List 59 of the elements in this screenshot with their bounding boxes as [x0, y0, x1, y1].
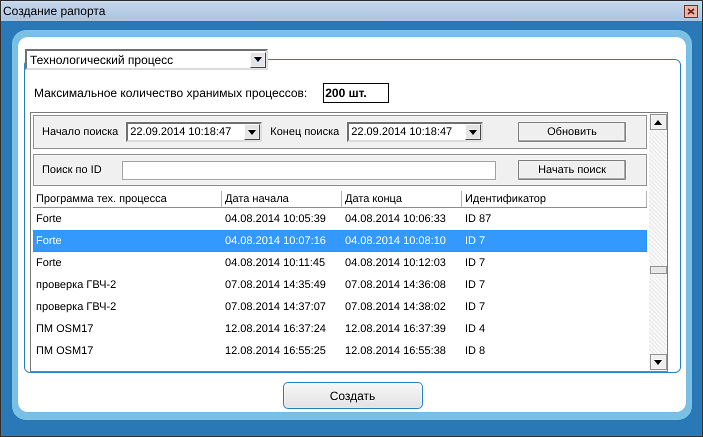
start-date-field[interactable]: 22.09.2014 10:18:47	[126, 122, 262, 142]
column-header[interactable]: Дата конца	[342, 191, 462, 207]
table-cell-text: 04.08.2014 10:07:16	[224, 235, 327, 247]
refresh-button[interactable]: Обновить	[518, 122, 626, 142]
dropdown-button[interactable]	[244, 124, 260, 140]
up-arrow-icon	[654, 120, 662, 124]
end-date-field[interactable]: 22.09.2014 10:18:47	[347, 122, 484, 142]
id-search-label: Поиск по ID	[42, 164, 102, 176]
down-arrow-icon	[654, 360, 662, 364]
dropdown-button[interactable]	[465, 124, 482, 140]
table-cell-text: проверка ГВЧ-2	[35, 279, 118, 291]
table-cell-text: 12.08.2014 16:55:25	[224, 345, 327, 357]
process-dropdown[interactable]: Технологический процесс	[25, 49, 268, 70]
table-cell-text: 04.08.2014 10:12:03	[344, 257, 447, 269]
column-header[interactable]: Дата начала	[222, 191, 342, 207]
table-cell-text: ID 7	[464, 279, 486, 291]
column-header[interactable]: Идентификатор	[462, 191, 647, 207]
table-cell-text: Forte	[35, 257, 63, 269]
table-cell-text: ID 8	[464, 345, 486, 357]
window-title: Создание рапорта	[3, 4, 106, 18]
table-cell-text: ПМ OSM17	[35, 323, 94, 335]
table-cell-text: Forte	[35, 213, 63, 225]
max-processes-value: 200 шт.	[323, 83, 390, 103]
table-cell-text: 04.08.2014 10:11:45	[224, 257, 326, 269]
table-cell-text: ПМ OSM17	[35, 345, 94, 357]
caret-icon	[469, 130, 478, 134]
table-cell-text: проверка ГВЧ-2	[35, 301, 118, 313]
scroll-down-button[interactable]	[650, 354, 666, 370]
table-cell-text: 12.08.2014 16:55:38	[344, 345, 447, 357]
table-cell-text: Forte	[35, 235, 63, 247]
table-cell-text: 12.08.2014 16:37:39	[344, 323, 447, 335]
table-cell-text: ID 7	[464, 301, 486, 313]
scrollbar[interactable]	[649, 113, 667, 371]
table-cell-text: 04.08.2014 10:08:10	[344, 235, 447, 247]
column-header[interactable]: Программа тех. процесса	[33, 191, 222, 207]
table-cell-text: 07.08.2014 14:38:02	[344, 301, 447, 313]
start-search-button[interactable]: Начать поиск	[518, 160, 626, 180]
table-cell-text: ID 87	[464, 213, 492, 225]
max-processes-label: Максимальное количество хранимых процессов:	[34, 86, 308, 100]
table-cell-text: 04.08.2014 10:05:39	[224, 213, 327, 225]
table-cell-text: 07.08.2014 14:36:08	[344, 279, 447, 291]
id-search-field[interactable]	[122, 160, 496, 180]
dropdown-button[interactable]	[250, 52, 266, 68]
close-icon	[687, 8, 695, 14]
table-cell-text: 04.08.2014 10:06:33	[344, 213, 447, 225]
table-cell-text: 07.08.2014 14:37:07	[224, 301, 327, 313]
create-button[interactable]: Создать	[282, 382, 422, 409]
table-cell-text: 12.08.2014 16:37:24	[224, 323, 327, 335]
table-cell-text: 07.08.2014 14:35:49	[224, 279, 327, 291]
table-cell-text: ID 7	[464, 235, 486, 247]
caret-icon	[254, 57, 262, 62]
close-button[interactable]	[684, 4, 698, 18]
scroll-up-button[interactable]	[650, 114, 666, 130]
caret-icon	[248, 130, 256, 134]
table-cell-text: ID 7	[464, 257, 486, 269]
end-label: Конец поиска	[270, 126, 340, 138]
scroll-thumb[interactable]	[650, 266, 666, 274]
start-label: Начало поиска	[42, 126, 118, 138]
table-cell-text: ID 4	[464, 323, 486, 335]
